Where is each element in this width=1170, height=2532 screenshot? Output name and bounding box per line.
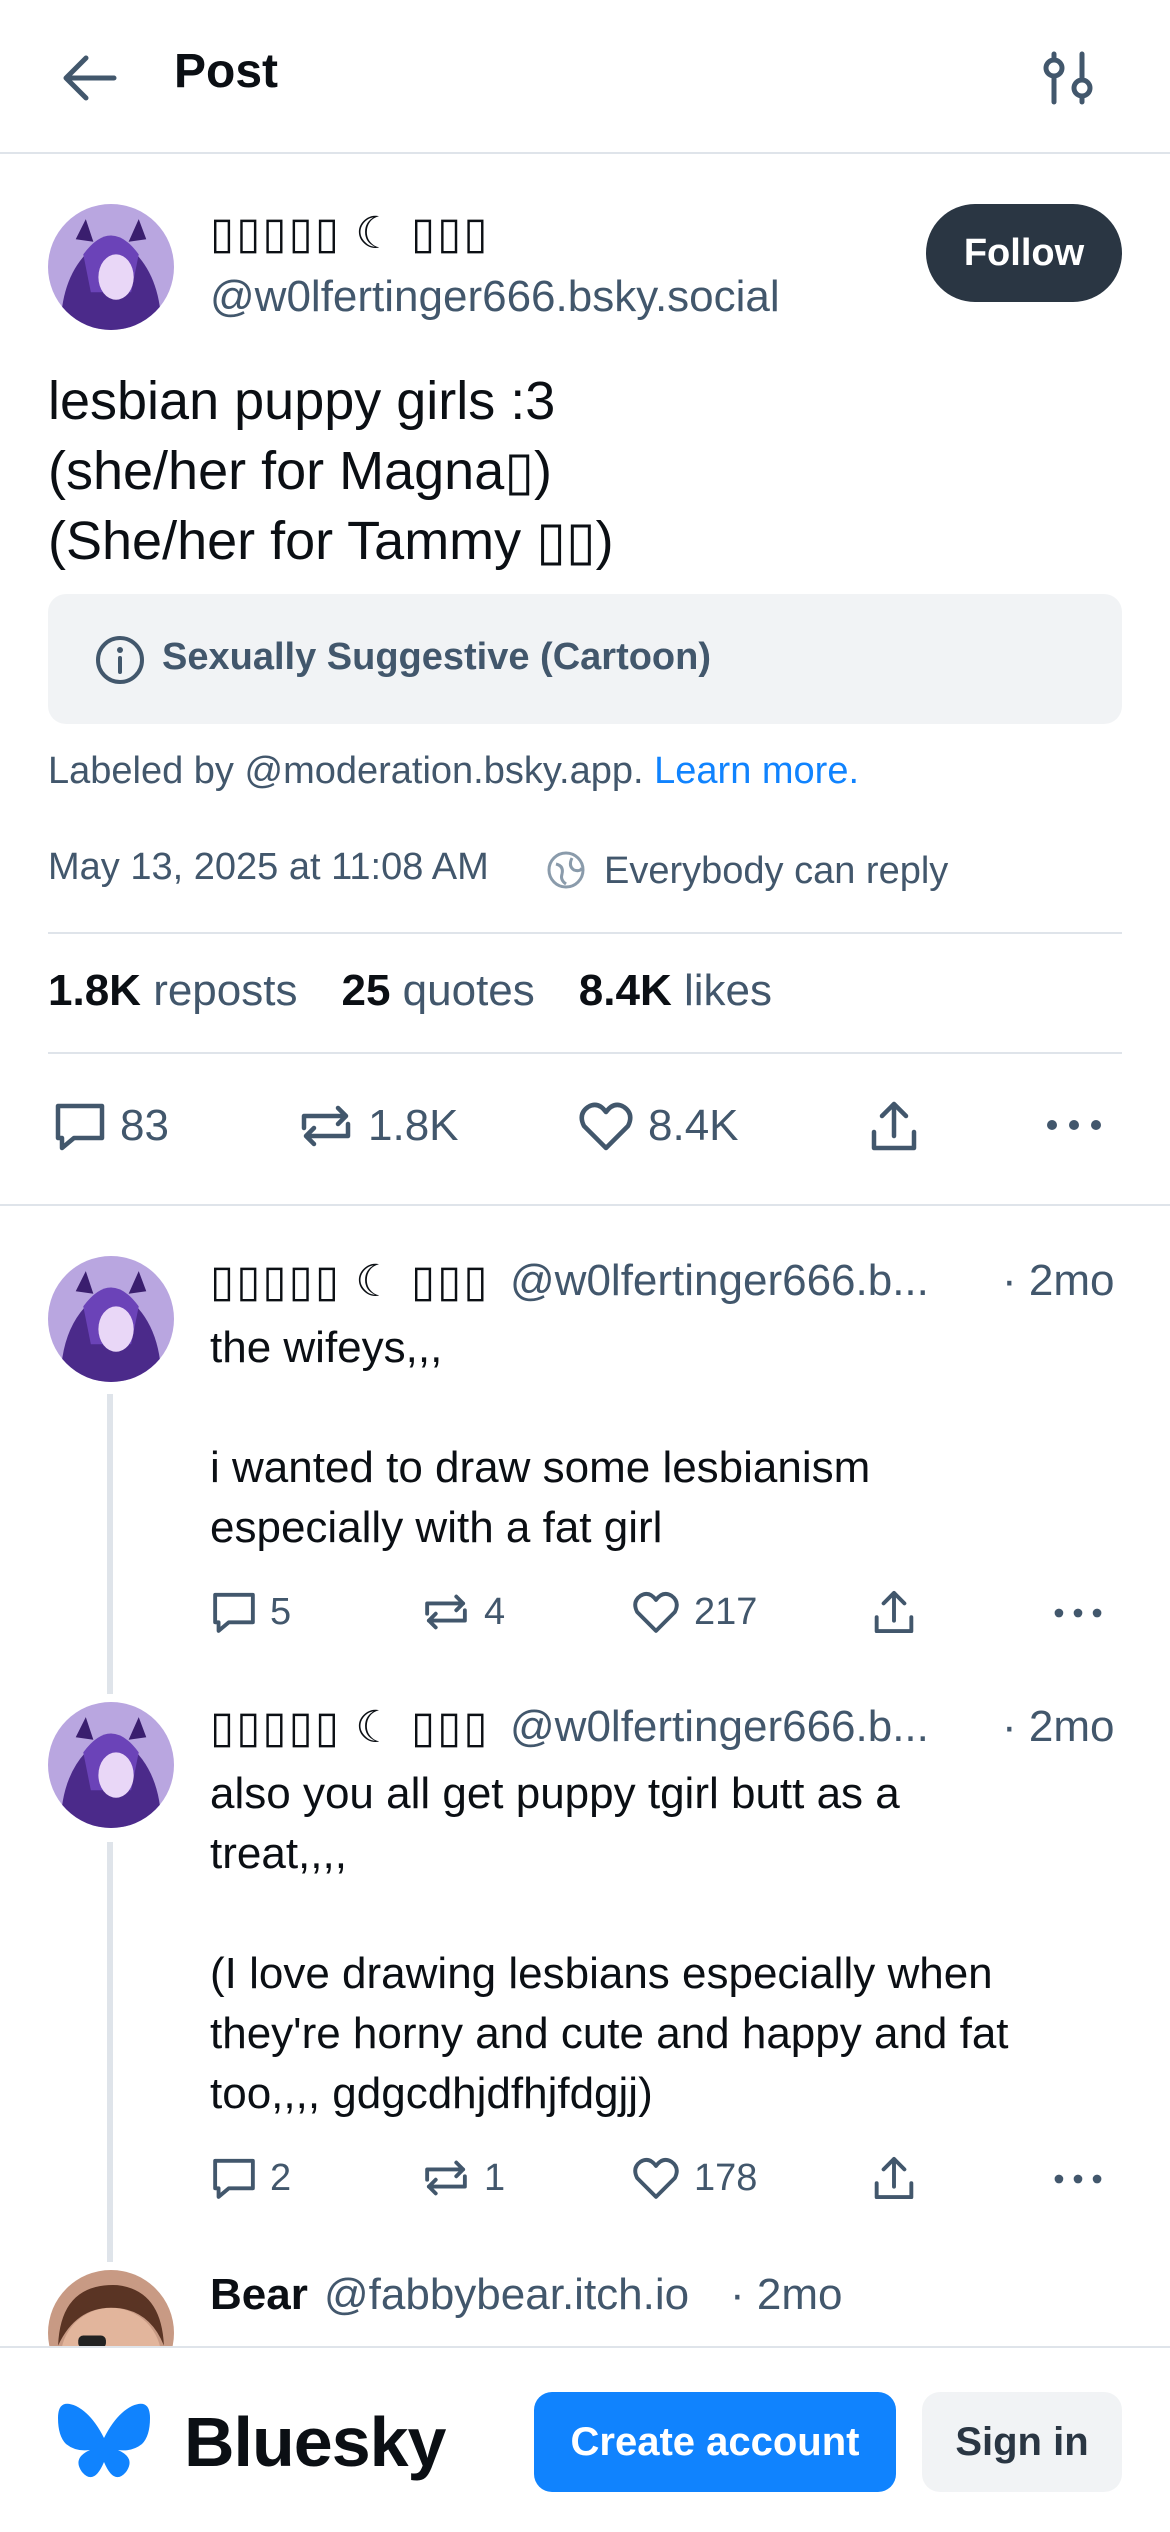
repost-button[interactable]: 4 <box>420 1588 505 1636</box>
post-stats: 1.8K reposts 25 quotes 8.4K likes <box>48 966 772 1016</box>
avatar[interactable] <box>48 204 174 330</box>
share-icon <box>871 1101 917 1151</box>
post-text: lesbian puppy girls :3 (she/her for Magn… <box>48 366 614 576</box>
avatar[interactable] <box>48 1256 174 1382</box>
labeled-by-text: Labeled by @moderation.bsky.app. <box>48 750 644 792</box>
reply-button[interactable]: 2 <box>210 2154 291 2202</box>
create-account-button[interactable]: Create account <box>534 2392 896 2492</box>
repost-icon <box>301 1105 351 1147</box>
reply-author-handle[interactable]: @fabbybear.itch.io <box>324 2270 689 2320</box>
reply-setting: Everybody can reply <box>604 850 949 892</box>
like-button[interactable]: 8.4K <box>576 1098 739 1154</box>
follow-button[interactable]: Follow <box>926 204 1122 302</box>
reposts-stat[interactable]: 1.8K reposts <box>48 966 297 1015</box>
page-title: Post <box>174 45 279 98</box>
post-text-line: lesbian puppy girls :3 <box>48 371 556 431</box>
quotes-stat[interactable]: 25 quotes <box>341 966 534 1015</box>
share-button[interactable] <box>868 2152 920 2204</box>
settings-button[interactable] <box>1040 48 1096 108</box>
bottom-bar: Bluesky Create account Sign in <box>0 2346 1170 2532</box>
more-dots-icon <box>1054 2174 1102 2184</box>
avatar-image <box>48 204 174 330</box>
like-button[interactable]: 178 <box>630 2154 757 2202</box>
content-label-text: Sexually Suggestive (Cartoon) <box>162 636 712 678</box>
share-button[interactable] <box>864 1096 924 1156</box>
divider <box>48 932 1122 934</box>
reply-author-name[interactable]: ▯▯▯▯▯ ☾ ▯▯▯ <box>210 1256 490 1307</box>
thread-line <box>107 1394 113 1694</box>
divider <box>0 1204 1170 1206</box>
heart-icon <box>633 2157 679 2199</box>
reply-time: · 2mo <box>1002 1702 1115 1751</box>
post-timestamp: May 13, 2025 at 11:08 AM <box>48 846 489 888</box>
reply-text: the wifeys,,, i wanted to draw some lesb… <box>210 1323 871 1552</box>
post-text-line: (She/her for Tammy ▯▯) <box>48 511 614 571</box>
globe-icon <box>547 851 585 889</box>
reply-time: · 2mo <box>1002 1256 1115 1305</box>
comment-icon <box>213 2158 255 2199</box>
share-icon <box>874 2156 914 2200</box>
butterfly-logo-icon <box>58 2403 150 2478</box>
thread-line <box>107 1842 113 2262</box>
more-options-button[interactable] <box>1052 2166 1104 2192</box>
repost-button[interactable]: 1.8K <box>296 1098 459 1154</box>
reply-button[interactable]: 83 <box>52 1098 169 1154</box>
reply-author-name[interactable]: Bear <box>210 2270 308 2320</box>
reply-time: · 2mo <box>730 2270 843 2319</box>
repost-button[interactable]: 1 <box>420 2154 505 2202</box>
author-handle[interactable]: @w0lfertinger666.bsky.social <box>210 272 780 322</box>
more-dots-icon <box>1047 1120 1101 1130</box>
comment-icon <box>213 1592 255 1633</box>
likes-stat[interactable]: 8.4K likes <box>579 966 772 1015</box>
heart-icon <box>579 1102 633 1151</box>
author-name[interactable]: ▯▯▯▯▯ ☾ ▯▯▯ <box>210 208 490 259</box>
share-icon <box>874 1590 914 1634</box>
more-dots-icon <box>1054 1608 1102 1618</box>
repost-icon <box>425 1594 467 1630</box>
avatar-image <box>48 1256 174 1382</box>
sign-in-button[interactable]: Sign in <box>922 2392 1122 2492</box>
info-icon <box>96 636 144 684</box>
heart-icon <box>633 1591 679 1633</box>
sliders-icon <box>1043 51 1093 105</box>
reply-button[interactable]: 5 <box>210 1588 291 1636</box>
arrow-left-icon <box>63 55 117 101</box>
top-bar: Post <box>0 0 1170 154</box>
avatar[interactable] <box>48 1702 174 1828</box>
back-button[interactable] <box>58 48 122 108</box>
learn-more-link[interactable]: Learn more. <box>654 750 859 792</box>
comment-icon <box>55 1103 105 1151</box>
reply-author-handle[interactable]: @w0lfertinger666.b... <box>510 1702 929 1752</box>
more-options-button[interactable] <box>1044 1110 1104 1140</box>
repost-icon <box>425 2160 467 2196</box>
content-label[interactable]: Sexually Suggestive (Cartoon) <box>48 594 1122 724</box>
like-button[interactable]: 217 <box>630 1588 757 1636</box>
brand-name: Bluesky <box>184 2403 446 2481</box>
avatar-image <box>48 1702 174 1828</box>
labeled-by: Labeled by @moderation.bsky.app. Learn m… <box>48 750 859 793</box>
reply-author-name[interactable]: ▯▯▯▯▯ ☾ ▯▯▯ <box>210 1702 490 1753</box>
divider <box>48 1052 1122 1054</box>
post-text-line: (she/her for Magna▯) <box>48 441 552 501</box>
more-options-button[interactable] <box>1052 1600 1104 1626</box>
share-button[interactable] <box>868 1586 920 1638</box>
reply-text: also you all get puppy tgirl butt as a t… <box>210 1769 1009 2118</box>
reply-author-handle[interactable]: @w0lfertinger666.b... <box>510 1256 929 1306</box>
